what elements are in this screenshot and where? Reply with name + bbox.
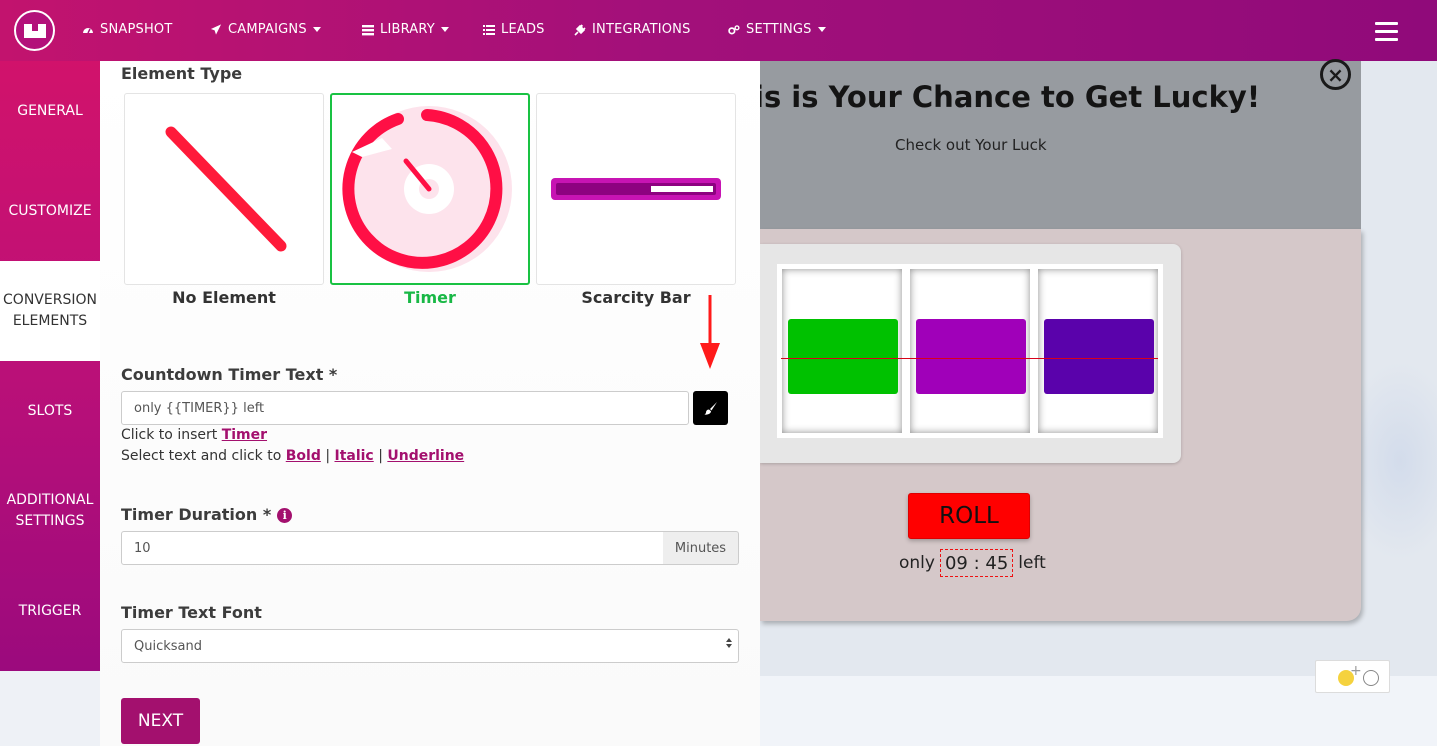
sidebar-item-slots[interactable]: SLOTS	[0, 361, 100, 461]
info-icon[interactable]: i	[277, 508, 293, 523]
slot-reel	[910, 269, 1030, 433]
sidebar-item-customize[interactable]: CUSTOMIZE	[0, 161, 100, 261]
paper-plane-icon	[210, 24, 222, 36]
style-brush-button[interactable]	[693, 391, 728, 425]
reel-tile	[788, 319, 898, 394]
sidebar-item-additional-settings[interactable]: ADDITIONAL SETTINGS	[0, 461, 100, 561]
library-icon	[362, 24, 374, 36]
next-button[interactable]: NEXT	[121, 698, 200, 744]
dashboard-icon	[82, 24, 94, 36]
timer-text-font-label: Timer Text Font	[121, 603, 262, 622]
slot-reel	[1038, 269, 1158, 433]
nav-settings[interactable]: SETTINGS	[728, 22, 826, 37]
timer-font-select[interactable]: Quicksand	[121, 629, 739, 663]
element-type-label: Element Type	[121, 64, 243, 83]
timer-font-value: Quicksand	[134, 638, 202, 654]
cogs-icon	[728, 24, 740, 36]
card-label-no-element: No Element	[172, 288, 276, 307]
nav-campaigns[interactable]: CAMPAIGNS	[210, 22, 321, 37]
nav-snapshot[interactable]: SNAPSHOT	[82, 22, 173, 37]
top-navigation-bar: SNAPSHOT CAMPAIGNS LIBRARY LEADS INTEGRA…	[0, 0, 1437, 61]
payline	[781, 358, 1158, 359]
smiley-icon[interactable]	[1363, 670, 1379, 686]
italic-link[interactable]: Italic	[334, 448, 373, 464]
sidebar-item-general[interactable]: GENERAL	[0, 61, 100, 161]
timer-value: 09 : 45	[939, 549, 1014, 577]
card-timer[interactable]	[330, 93, 530, 285]
slot-reel	[782, 269, 902, 433]
add-icon: +	[1350, 663, 1362, 679]
annotation-arrow-icon	[700, 295, 720, 369]
countdown-timer-text-label: Countdown Timer Text *	[121, 365, 338, 384]
countdown-timer-text-input[interactable]: only {{TIMER}} left	[121, 391, 689, 425]
nav-library[interactable]: LIBRARY	[362, 22, 449, 37]
reel-tile	[1044, 319, 1154, 394]
list-icon	[483, 24, 495, 36]
chevron-down-icon	[817, 27, 826, 32]
no-element-icon	[165, 126, 287, 252]
roll-button[interactable]: ROLL	[908, 493, 1030, 539]
nav-campaigns-label: CAMPAIGNS	[228, 22, 307, 37]
hamburger-menu-icon[interactable]	[1375, 22, 1398, 41]
timer-prefix: only	[899, 553, 935, 573]
format-help-text: Select text and click to Bold | Italic |…	[121, 448, 465, 464]
duration-unit-addon: Minutes	[663, 531, 739, 565]
insert-help-text: Click to insert Timer	[121, 427, 268, 443]
emoji-reaction-widget[interactable]: +	[1315, 660, 1390, 693]
close-icon[interactable]: ×	[1320, 59, 1351, 90]
chevron-down-icon	[440, 27, 449, 32]
scarcity-bar-icon	[551, 178, 721, 200]
left-sidebar: GENERAL CUSTOMIZE CONVERSION ELEMENTS SL…	[0, 61, 100, 671]
nav-integrations[interactable]: INTEGRATIONS	[574, 22, 691, 37]
app-logo[interactable]	[14, 10, 55, 51]
countdown-preview: only 09 : 45 left	[899, 549, 1046, 577]
card-no-element[interactable]	[124, 93, 324, 285]
timer-suffix: left	[1018, 553, 1046, 573]
paint-brush-icon	[704, 402, 717, 415]
sidebar-item-conversion-elements[interactable]: CONVERSION ELEMENTS	[0, 261, 100, 361]
nav-settings-label: SETTINGS	[746, 22, 812, 37]
nav-library-label: LIBRARY	[380, 22, 435, 37]
popup-title: is is Your Chance to Get Lucky!	[760, 80, 1261, 114]
select-arrows-icon	[726, 638, 732, 648]
nav-integrations-label: INTEGRATIONS	[592, 22, 691, 37]
timer-duration-label: Timer Duration * i	[121, 505, 293, 524]
nav-snapshot-label: SNAPSHOT	[100, 22, 173, 37]
card-label-timer: Timer	[404, 288, 456, 307]
insert-timer-link[interactable]: Timer	[222, 427, 267, 443]
nav-leads[interactable]: LEADS	[483, 22, 545, 37]
sidebar-item-trigger[interactable]: TRIGGER	[0, 561, 100, 661]
plug-icon	[574, 23, 586, 36]
timer-icon	[342, 106, 512, 272]
underline-link[interactable]: Underline	[387, 448, 464, 464]
timer-duration-input[interactable]: 10	[121, 531, 664, 565]
bold-link[interactable]: Bold	[286, 448, 321, 464]
reel-tile	[916, 319, 1026, 394]
popup-subtitle: Check out Your Luck	[895, 136, 1047, 154]
chevron-down-icon	[312, 27, 321, 32]
card-scarcity-bar[interactable]	[536, 93, 736, 285]
nav-leads-label: LEADS	[501, 22, 545, 37]
